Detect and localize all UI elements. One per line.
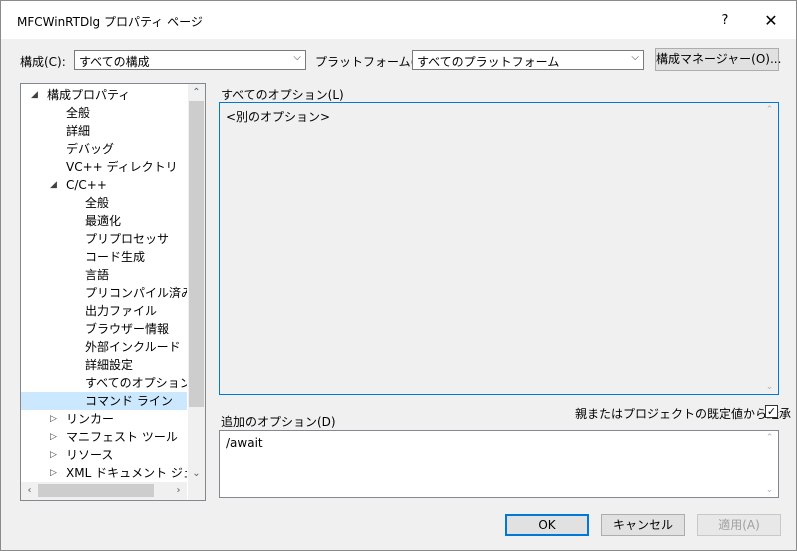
tree-item[interactable]: ▷ XML ドキュメント ジェネレー xyxy=(21,464,187,482)
tree-item[interactable]: ▷ マニフェスト ツール xyxy=(21,428,187,446)
tree-item-label: 詳細設定 xyxy=(85,358,134,372)
expand-arrow-icon[interactable]: ▷ xyxy=(50,428,57,446)
platform-value: すべてのプラットフォーム xyxy=(417,55,560,69)
tree-item-label: デバッグ xyxy=(66,142,115,156)
tree-item-label: ブラウザー情報 xyxy=(85,322,170,336)
scroll-up-icon[interactable]: ⌃ xyxy=(188,84,205,101)
all-options-textbox[interactable]: <別のオプション> ⌃ ⌄ xyxy=(219,102,779,395)
tree-item-label: 詳細 xyxy=(66,124,91,138)
chevron-down-icon: ⌵ xyxy=(631,52,639,63)
scroll-thumb-horizontal[interactable] xyxy=(38,484,154,497)
tree-item-label: 出力ファイル xyxy=(85,304,158,318)
config-value: すべての構成 xyxy=(79,55,150,69)
tree-item[interactable]: 全般 xyxy=(21,194,187,212)
tree-item-label: プリコンパイル済みヘッ xyxy=(85,286,187,300)
tree-item[interactable]: プリコンパイル済みヘッ xyxy=(21,284,187,302)
tree-item-label: コード生成 xyxy=(85,250,146,264)
tree-item[interactable]: デバッグ xyxy=(21,140,187,158)
property-pages-dialog: MFCWinRTDlg プロパティ ページ ? ✕ 構成(C): すべての構成 … xyxy=(0,0,797,551)
tree-item-label: 全般 xyxy=(85,196,110,210)
scroll-thumb[interactable] xyxy=(189,101,204,407)
all-options-scrollbar[interactable]: ⌃ ⌄ xyxy=(761,103,778,394)
additional-options-textbox[interactable]: /await ⌃ ⌄ xyxy=(219,430,779,498)
tree-item-label: すべてのオプション xyxy=(85,376,187,390)
scroll-up-icon[interactable]: ⌃ xyxy=(761,433,778,443)
expand-arrow-icon[interactable]: ▷ xyxy=(50,410,57,428)
collapse-arrow-icon[interactable]: ◢ xyxy=(50,176,57,194)
tree-item[interactable]: 出力ファイル xyxy=(21,302,187,320)
tree-item-label: XML ドキュメント ジェネレー xyxy=(66,466,187,480)
tree-item-label: 構成プロパティ xyxy=(47,88,131,102)
tree-item[interactable]: 最適化 xyxy=(21,212,187,230)
tree-item-label: プリプロセッサ xyxy=(85,232,170,246)
help-button[interactable]: ? xyxy=(707,7,743,35)
tree-item[interactable]: コマンド ライン xyxy=(21,392,187,410)
tree-item-label: 外部インクルード xyxy=(85,340,181,354)
all-options-label: すべてのオプション(L) xyxy=(221,88,344,102)
tree-item[interactable]: 外部インクルード xyxy=(21,338,187,356)
platform-combo[interactable]: すべてのプラットフォーム ⌵ xyxy=(412,50,644,70)
collapse-arrow-icon[interactable]: ◢ xyxy=(31,86,38,104)
checkmark-icon: ✓ xyxy=(766,405,777,418)
close-button[interactable]: ✕ xyxy=(753,7,789,35)
property-tree[interactable]: ◢ 構成プロパティ 全般 詳細 デバッグ VC++ ディレクトリ ◢ C/C++ 全般 最適化 プリ… xyxy=(20,83,206,501)
tree-item[interactable]: ▷ リンカー xyxy=(21,410,187,428)
tree-item[interactable]: 全般 xyxy=(21,104,187,122)
tree-item[interactable]: 詳細 xyxy=(21,122,187,140)
tree-item[interactable]: プリプロセッサ xyxy=(21,230,187,248)
scrollbar-corner xyxy=(188,482,205,500)
expand-arrow-icon[interactable]: ▷ xyxy=(50,464,57,482)
expand-arrow-icon[interactable]: ▷ xyxy=(50,446,57,464)
tree-item-label: リソース xyxy=(66,448,114,462)
tree-item[interactable]: ブラウザー情報 xyxy=(21,320,187,338)
window-title: MFCWinRTDlg プロパティ ページ xyxy=(17,15,203,29)
tree-item-label: 最適化 xyxy=(85,214,122,228)
tree-item-label: マニフェスト ツール xyxy=(66,430,178,444)
all-options-value: <別のオプション> xyxy=(226,110,331,124)
scroll-down-icon[interactable]: ⌄ xyxy=(188,465,205,482)
scroll-left-icon[interactable]: ‹ xyxy=(21,482,38,500)
tree-item[interactable]: 詳細設定 xyxy=(21,356,187,374)
title-bar: MFCWinRTDlg プロパティ ページ ? ✕ xyxy=(1,1,796,39)
tree-horizontal-scrollbar[interactable]: ‹ › xyxy=(21,482,187,500)
additional-options-value: /await xyxy=(226,436,263,450)
tree-item-label: リンカー xyxy=(66,412,115,426)
additional-options-label: 追加のオプション(D) xyxy=(221,415,336,429)
scroll-down-icon[interactable]: ⌄ xyxy=(761,382,778,392)
additional-options-scrollbar[interactable]: ⌃ ⌄ xyxy=(761,431,778,497)
tree-item-label: コマンド ライン xyxy=(85,394,173,408)
tree-item[interactable]: コード生成 xyxy=(21,248,187,266)
inherit-label: 親またはプロジェクトの既定値から継承 xyxy=(575,407,792,421)
config-combo[interactable]: すべての構成 ⌵ xyxy=(74,50,306,70)
scroll-up-icon[interactable]: ⌃ xyxy=(761,105,778,115)
apply-button[interactable]: 適用(A) xyxy=(697,514,781,536)
tree-items: ◢ 構成プロパティ 全般 詳細 デバッグ VC++ ディレクトリ ◢ C/C++ 全般 最適化 プリ… xyxy=(21,84,187,482)
scroll-down-icon[interactable]: ⌄ xyxy=(761,485,778,495)
config-label: 構成(C): xyxy=(20,55,66,69)
inherit-checkbox[interactable]: ✓ xyxy=(765,405,778,418)
tree-item-label: VC++ ディレクトリ xyxy=(66,160,178,174)
tree-item-label: 言語 xyxy=(85,268,110,282)
tree-item[interactable]: VC++ ディレクトリ xyxy=(21,158,187,176)
config-manager-button[interactable]: 構成マネージャー(O)... xyxy=(655,48,781,71)
chevron-down-icon: ⌵ xyxy=(293,52,301,63)
tree-item[interactable]: ▷ リソース xyxy=(21,446,187,464)
tree-item-label: 全般 xyxy=(66,106,91,120)
scroll-right-icon[interactable]: › xyxy=(170,482,187,500)
tree-item[interactable]: ◢ C/C++ xyxy=(21,176,187,194)
cancel-button[interactable]: キャンセル xyxy=(601,514,685,536)
tree-vertical-scrollbar[interactable]: ⌃ ⌄ xyxy=(188,84,205,482)
tree-item[interactable]: 言語 xyxy=(21,266,187,284)
ok-button[interactable]: OK xyxy=(505,514,589,536)
tree-item[interactable]: すべてのオプション xyxy=(21,374,187,392)
tree-item[interactable]: ◢ 構成プロパティ xyxy=(21,86,187,104)
tree-item-label: C/C++ xyxy=(66,178,107,192)
